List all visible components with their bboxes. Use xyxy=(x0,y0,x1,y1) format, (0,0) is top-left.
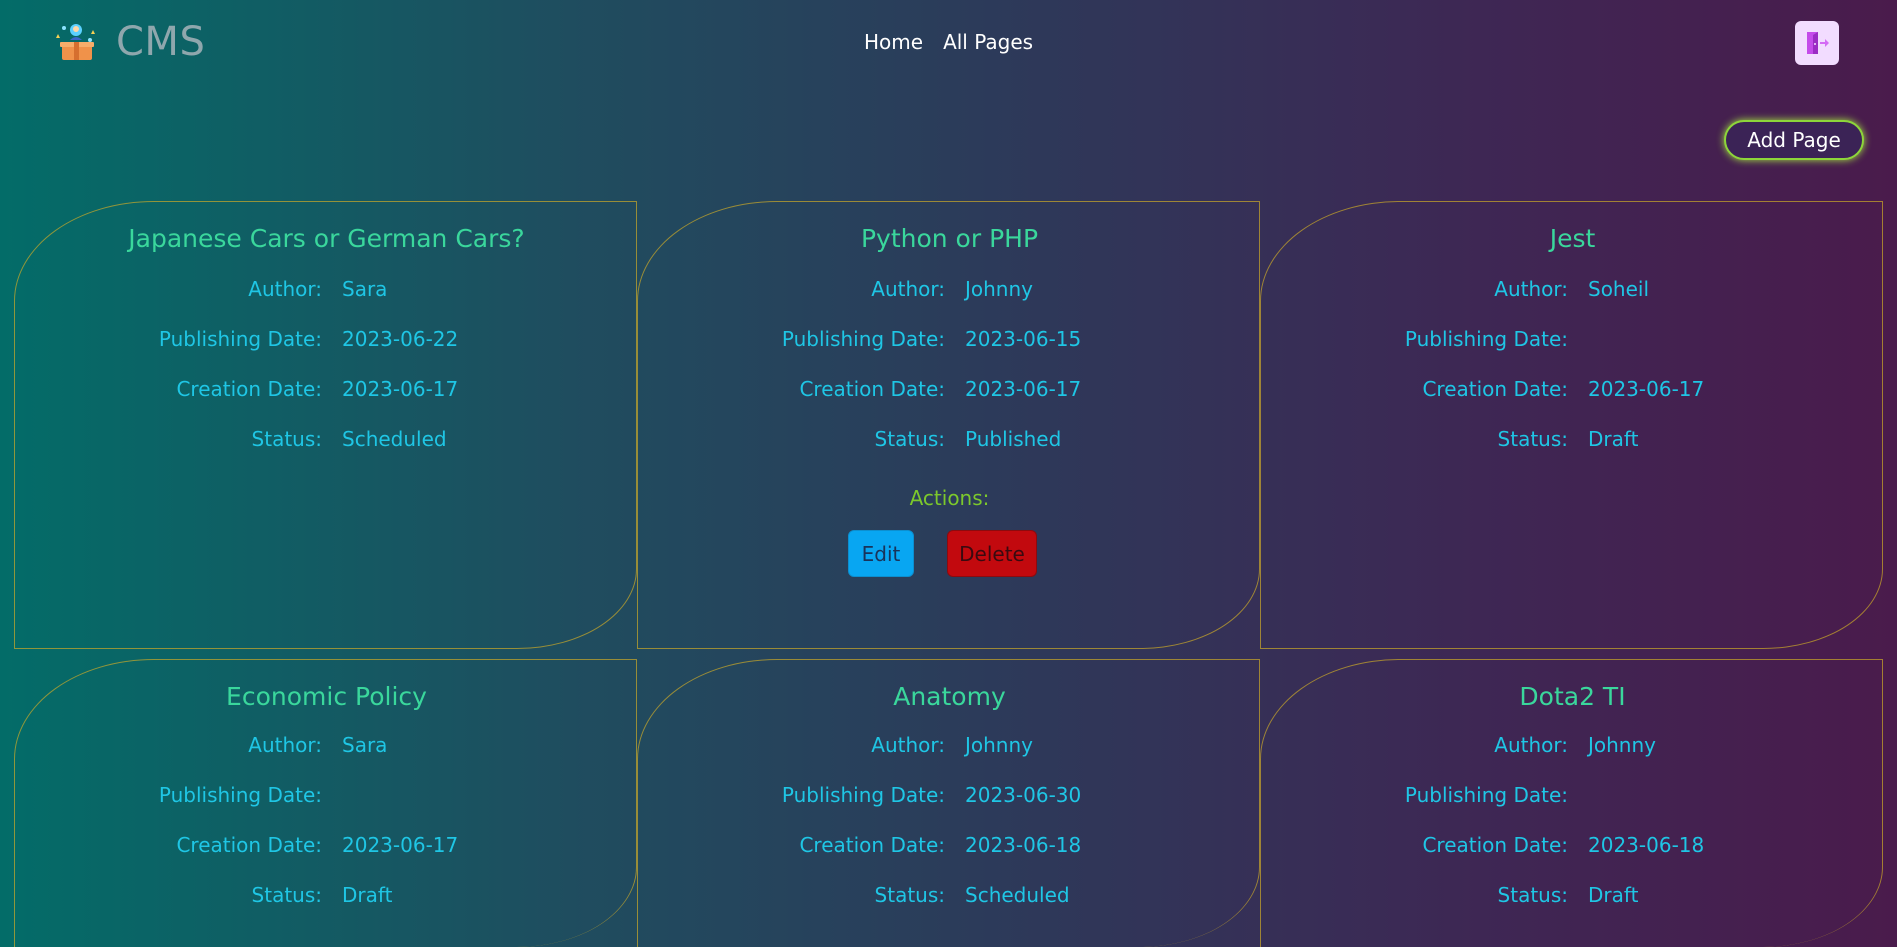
author-row: Author: Johnny xyxy=(638,733,1261,759)
publishing-date-row: Publishing Date: 2023-06-22 xyxy=(15,327,638,353)
page-title: Economic Policy xyxy=(226,682,427,711)
page-card: Python or PHP Author: Johnny Publishing … xyxy=(637,201,1260,649)
page-card: Anatomy Author: Johnny Publishing Date: … xyxy=(637,659,1260,947)
nav-home-link[interactable]: Home xyxy=(864,30,923,54)
status-label: Status: xyxy=(874,427,945,451)
author-value: Soheil xyxy=(1588,277,1650,301)
author-label: Author: xyxy=(871,733,945,757)
creation-date-row: Creation Date: 2023-06-17 xyxy=(15,833,638,859)
main-nav: Home All Pages xyxy=(864,30,1033,54)
page-title: Japanese Cars or German Cars? xyxy=(128,224,525,253)
publishing-date-label: Publishing Date: xyxy=(1404,327,1568,351)
creation-date-label: Creation Date: xyxy=(1422,377,1568,401)
status-value: Draft xyxy=(1588,427,1639,451)
creation-date-value: 2023-06-17 xyxy=(1588,377,1705,401)
author-value: Johnny xyxy=(965,277,1033,301)
author-label: Author: xyxy=(1494,277,1568,301)
creation-date-row: Creation Date: 2023-06-17 xyxy=(15,377,638,403)
publishing-date-value: 2023-06-15 xyxy=(965,327,1082,351)
add-page-button[interactable]: Add Page xyxy=(1724,120,1864,160)
creation-date-value: 2023-06-18 xyxy=(965,833,1082,857)
status-row: Status: Draft xyxy=(1261,427,1884,453)
creation-date-row: Creation Date: 2023-06-18 xyxy=(638,833,1261,859)
publishing-date-row: Publishing Date: xyxy=(15,783,638,809)
author-row: Author: Johnny xyxy=(638,277,1261,303)
navbar: CMS Home All Pages xyxy=(0,0,1897,86)
status-value: Draft xyxy=(1588,883,1639,907)
page-card: Jest Author: Soheil Publishing Date: Cre… xyxy=(1260,201,1883,649)
publishing-date-row: Publishing Date: 2023-06-30 xyxy=(638,783,1261,809)
status-label: Status: xyxy=(251,883,322,907)
author-label: Author: xyxy=(248,733,322,757)
app-title: CMS xyxy=(116,19,206,65)
status-row: Status: Published xyxy=(638,427,1261,453)
publishing-date-label: Publishing Date: xyxy=(158,783,322,807)
publishing-date-label: Publishing Date: xyxy=(158,327,322,351)
author-row: Author: Sara xyxy=(15,277,638,303)
publishing-date-value: 2023-06-30 xyxy=(965,783,1082,807)
status-row: Status: Scheduled xyxy=(638,883,1261,909)
status-row: Status: Draft xyxy=(1261,883,1884,909)
logout-icon xyxy=(1807,32,1829,54)
edit-button[interactable]: Edit xyxy=(848,530,914,577)
actions-label: Actions: xyxy=(909,486,990,510)
status-label: Status: xyxy=(874,883,945,907)
creation-date-label: Creation Date: xyxy=(176,377,322,401)
logout-button[interactable] xyxy=(1795,21,1839,65)
author-row: Author: Johnny xyxy=(1261,733,1884,759)
creation-date-row: Creation Date: 2023-06-17 xyxy=(1261,377,1884,403)
status-row: Status: Scheduled xyxy=(15,427,638,453)
author-value: Sara xyxy=(342,733,388,757)
author-label: Author: xyxy=(248,277,322,301)
page-card: Economic Policy Author: Sara Publishing … xyxy=(14,659,637,947)
creation-date-row: Creation Date: 2023-06-18 xyxy=(1261,833,1884,859)
creation-date-label: Creation Date: xyxy=(799,833,945,857)
nav-all-pages-link[interactable]: All Pages xyxy=(943,30,1033,54)
creation-date-value: 2023-06-18 xyxy=(1588,833,1705,857)
brand[interactable]: CMS xyxy=(54,20,205,64)
status-label: Status: xyxy=(1497,427,1568,451)
publishing-date-label: Publishing Date: xyxy=(1404,783,1568,807)
status-label: Status: xyxy=(1497,883,1568,907)
status-value: Scheduled xyxy=(342,427,447,451)
publishing-date-label: Publishing Date: xyxy=(781,327,945,351)
status-row: Status: Draft xyxy=(15,883,638,909)
creation-date-value: 2023-06-17 xyxy=(965,377,1082,401)
author-row: Author: Soheil xyxy=(1261,277,1884,303)
author-label: Author: xyxy=(871,277,945,301)
creation-date-label: Creation Date: xyxy=(799,377,945,401)
creation-date-value: 2023-06-17 xyxy=(342,377,459,401)
page-title: Anatomy xyxy=(893,682,1006,711)
status-value: Published xyxy=(965,427,1062,451)
author-value: Sara xyxy=(342,277,388,301)
creation-date-row: Creation Date: 2023-06-17 xyxy=(638,377,1261,403)
author-value: Johnny xyxy=(965,733,1033,757)
creation-date-label: Creation Date: xyxy=(1422,833,1568,857)
page-title: Jest xyxy=(1549,224,1596,253)
page-title: Dota2 TI xyxy=(1519,682,1626,711)
page-card: Japanese Cars or German Cars? Author: Sa… xyxy=(14,201,637,649)
creation-date-value: 2023-06-17 xyxy=(342,833,459,857)
cms-logo-icon xyxy=(56,24,95,60)
page-title: Python or PHP xyxy=(860,224,1039,253)
publishing-date-label: Publishing Date: xyxy=(781,783,945,807)
author-label: Author: xyxy=(1494,733,1568,757)
author-value: Johnny xyxy=(1588,733,1656,757)
publishing-date-value: 2023-06-22 xyxy=(342,327,459,351)
creation-date-label: Creation Date: xyxy=(176,833,322,857)
status-value: Draft xyxy=(342,883,393,907)
publishing-date-row: Publishing Date: xyxy=(1261,783,1884,809)
page-card: Dota2 TI Author: Johnny Publishing Date:… xyxy=(1260,659,1883,947)
publishing-date-row: Publishing Date: xyxy=(1261,327,1884,353)
publishing-date-row: Publishing Date: 2023-06-15 xyxy=(638,327,1261,353)
status-value: Scheduled xyxy=(965,883,1070,907)
author-row: Author: Sara xyxy=(15,733,638,759)
status-label: Status: xyxy=(251,427,322,451)
delete-button[interactable]: Delete xyxy=(947,530,1037,577)
